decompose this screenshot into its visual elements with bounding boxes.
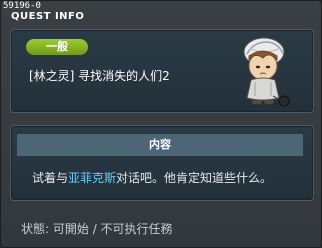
quest-content-panel: 内容 试着与亚菲克斯对话吧。他肯定知道些什么。	[10, 125, 314, 201]
quest-summary-panel: 一般 [林之灵] 寻找消失的人们2	[10, 29, 314, 113]
category-badge: 一般	[26, 39, 88, 55]
quest-id: 59196-0	[3, 1, 41, 11]
window-title: QUEST INFO	[11, 11, 85, 22]
status-line: 状態: 可開始 / 不可执行任務	[21, 221, 173, 237]
npc-name-link[interactable]: 亚菲克斯	[68, 171, 116, 185]
quest-title: [林之灵] 寻找消失的人们2	[29, 69, 170, 83]
status-label: 状態:	[21, 222, 50, 236]
content-text-after: 对话吧。他肯定知道些什么。	[116, 171, 273, 185]
content-text: 试着与亚菲克斯对话吧。他肯定知道些什么。	[32, 170, 272, 186]
content-header: 内容	[17, 134, 303, 156]
content-text-before: 试着与	[32, 171, 69, 185]
quest-info-window: 59196-0 QUEST INFO 一般 [林之灵] 寻找消失的人们2 内容 …	[0, 0, 322, 248]
npc-portrait-icon	[243, 37, 290, 107]
status-value: 可開始 / 不可执行任務	[52, 222, 173, 236]
